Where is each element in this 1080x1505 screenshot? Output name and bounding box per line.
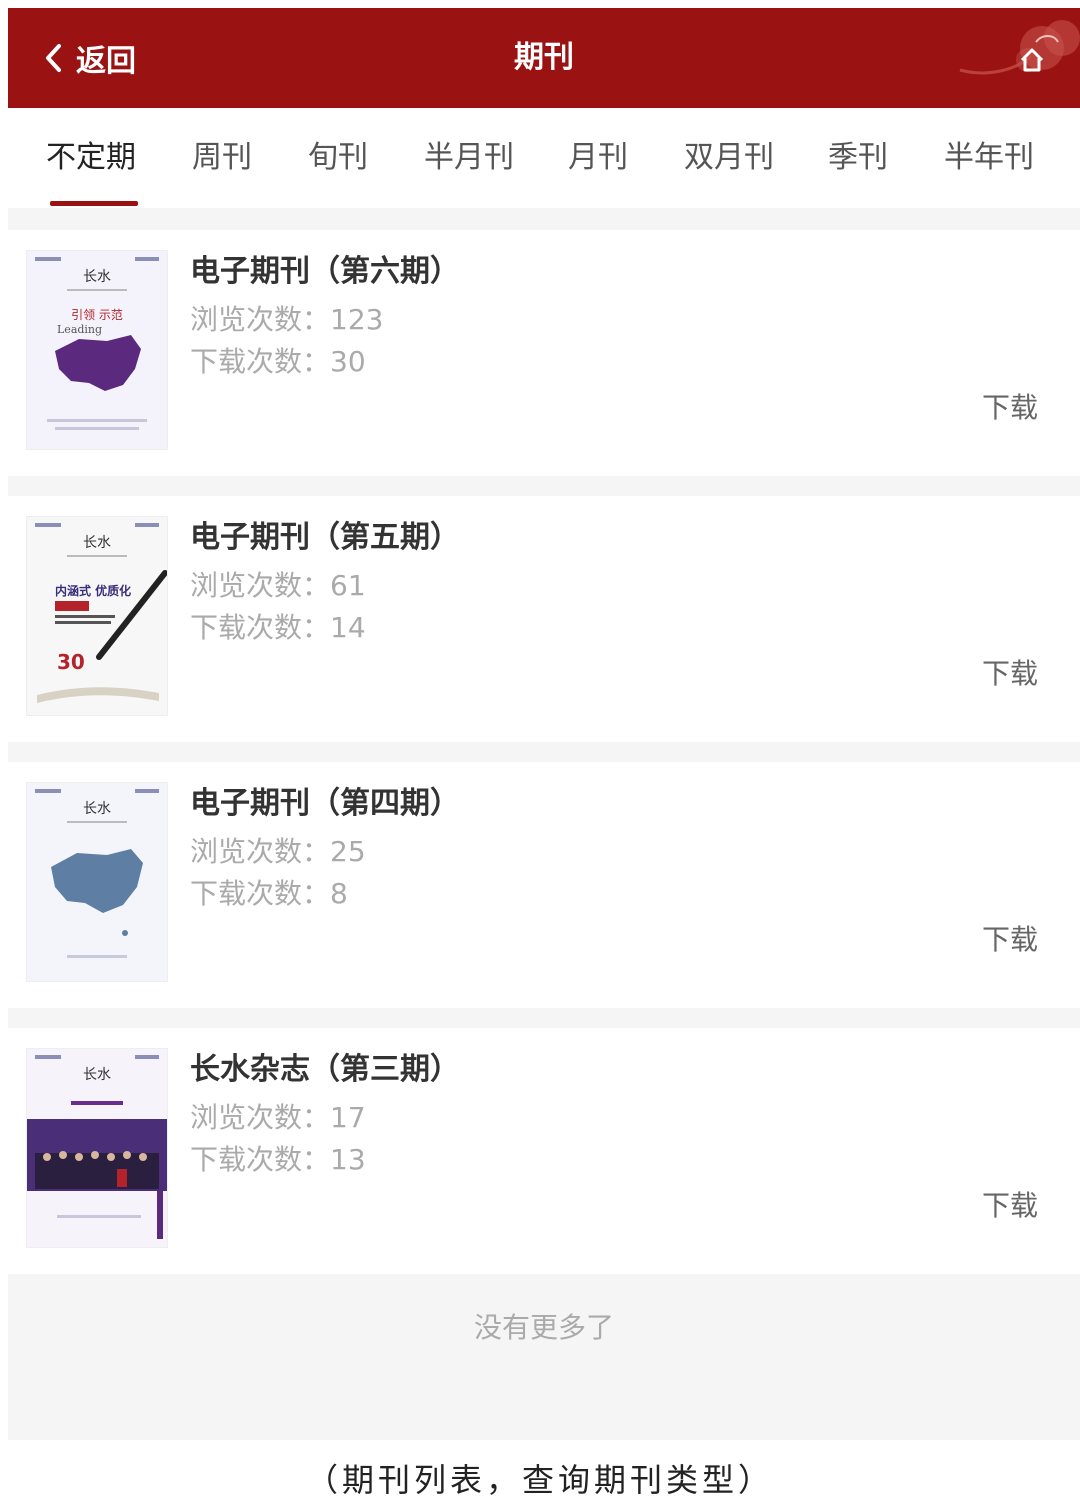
download-button[interactable]: 下载 (982, 922, 1038, 958)
tab-quarterly[interactable]: 季刊 (828, 138, 888, 178)
svg-text:长水: 长水 (83, 801, 111, 817)
download-button[interactable]: 下载 (982, 656, 1038, 692)
svg-text:30: 30 (57, 650, 85, 674)
tab-monthly[interactable]: 月刊 (568, 138, 628, 178)
tab-semimonthly[interactable]: 半月刊 (424, 138, 514, 178)
download-count: 下载次数：14 (190, 611, 366, 644)
tab-weekly[interactable]: 周刊 (192, 138, 252, 178)
header-bar: 返回 期刊 (8, 8, 1080, 108)
view-count: 浏览次数：61 (190, 569, 366, 602)
journal-card[interactable]: 长水 长水杂志（第三期） 浏览次数：17 下载次数：13 下载 (8, 1028, 1080, 1274)
app-frame: 返回 期刊 不定期 周刊 旬刊 半月刊 月刊 双月刊 季刊 半年刊 长水 引领 … (8, 8, 1080, 1440)
journal-title: 电子期刊（第六期） (190, 254, 460, 289)
tab-ten-day[interactable]: 旬刊 (308, 138, 368, 178)
journal-cover-image: 长水 (26, 1048, 168, 1248)
view-count: 浏览次数：25 (190, 835, 366, 868)
download-count: 下载次数：30 (190, 345, 366, 378)
download-button[interactable]: 下载 (982, 1188, 1038, 1224)
view-count: 浏览次数：17 (190, 1101, 366, 1134)
tab-semiannual[interactable]: 半年刊 (944, 138, 1034, 178)
svg-text:内涵式 优质化: 内涵式 优质化 (55, 583, 131, 598)
journal-title: 长水杂志（第三期） (190, 1052, 460, 1087)
view-count: 浏览次数：123 (190, 303, 384, 336)
journal-cover-image: 长水 引领 示范 Leading (26, 250, 168, 450)
tab-bimonthly[interactable]: 双月刊 (684, 138, 774, 178)
journal-card[interactable]: 长水 电子期刊（第四期） 浏览次数：25 下载次数：8 下载 (8, 762, 1080, 1008)
svg-text:长水: 长水 (83, 269, 111, 285)
download-button[interactable]: 下载 (982, 390, 1038, 426)
journal-card[interactable]: 长水 引领 示范 Leading 电子期刊（第六期） 浏览次数：123 下载次数… (8, 230, 1080, 476)
journal-card[interactable]: 长水 内涵式 优质化 30 电子期刊（第五期） 浏览次数：61 下载次数：14 … (8, 496, 1080, 742)
figure-caption: （期刊列表，查询期刊类型） (305, 1461, 774, 1499)
journal-cover-image: 长水 内涵式 优质化 30 (26, 516, 168, 716)
active-tab-indicator (50, 201, 138, 206)
cloud-decoration-icon (950, 8, 1080, 102)
page-title: 期刊 (514, 40, 574, 75)
download-count: 下载次数：8 (190, 877, 348, 910)
period-tabs: 不定期 周刊 旬刊 半月刊 月刊 双月刊 季刊 半年刊 (8, 108, 1080, 208)
journal-title: 电子期刊（第五期） (190, 520, 460, 555)
svg-text:Leading: Leading (57, 323, 102, 336)
journal-title: 电子期刊（第四期） (190, 786, 460, 821)
download-count: 下载次数：13 (190, 1143, 366, 1176)
journal-cover-image: 长水 (26, 782, 168, 982)
tab-irregular[interactable]: 不定期 (46, 138, 136, 178)
svg-text:长水: 长水 (83, 535, 111, 551)
svg-text:长水: 长水 (83, 1067, 111, 1083)
home-icon[interactable] (1018, 46, 1046, 78)
svg-text:引领 示范: 引领 示范 (71, 308, 123, 322)
no-more-text: 没有更多了 (473, 1311, 614, 1344)
